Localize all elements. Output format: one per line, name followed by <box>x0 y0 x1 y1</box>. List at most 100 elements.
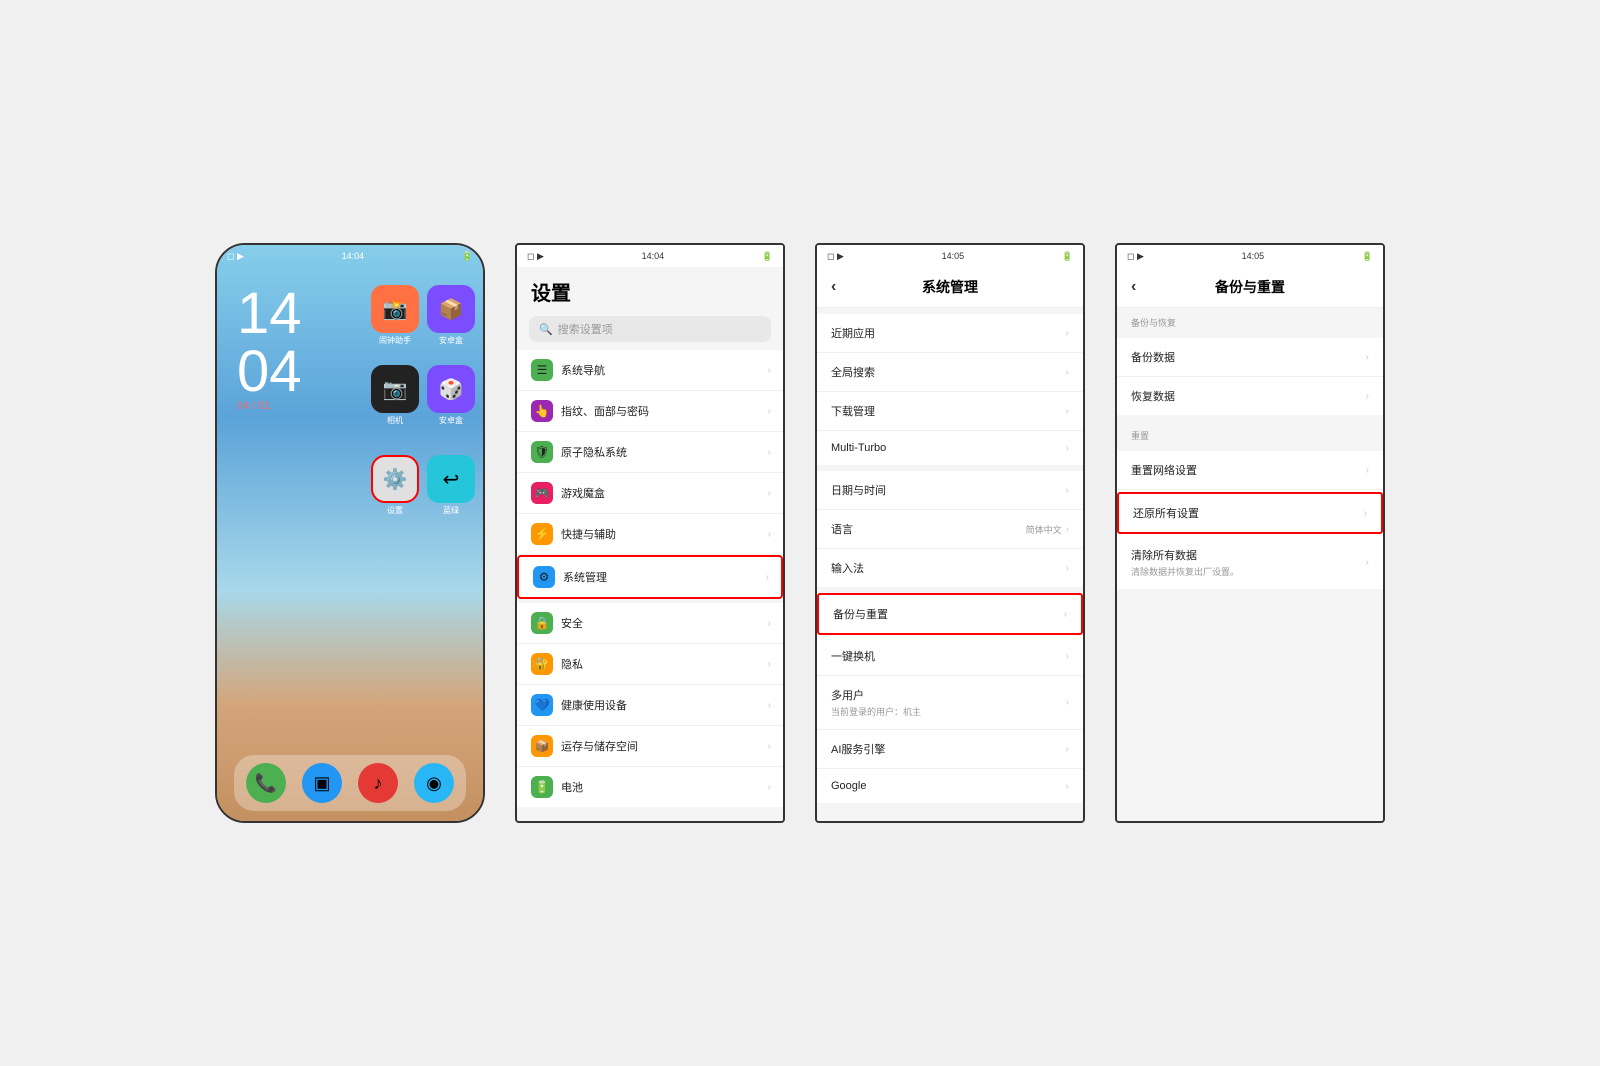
home-time-display: 14:04 <box>342 251 365 261</box>
sysm-status-left: ◻ ▶ <box>827 251 844 262</box>
sysm-item-input[interactable]: 输入法 › <box>817 549 1083 587</box>
app-label-3: 相机 <box>387 415 403 426</box>
arrow-fingerprint: › <box>768 406 771 417</box>
icon-fingerprint: 👆 <box>531 400 553 422</box>
backup-item-reset-network[interactable]: 重置网络设置 › <box>1117 451 1383 490</box>
back-button[interactable]: ‹ <box>831 278 836 296</box>
sysm-header: ‹ 系统管理 <box>817 267 1083 308</box>
settings-search[interactable]: 🔍 搜索设置项 <box>529 316 771 342</box>
settings-title: 设置 <box>517 267 783 312</box>
icon-priv2: 🔐 <box>531 653 553 675</box>
label-ai: AI服务引擎 <box>831 741 885 757</box>
arrow-gamebox: › <box>768 488 771 499</box>
settings-item-priv2[interactable]: 🔐 隐私 › <box>517 644 783 685</box>
settings-item-security[interactable]: 🔒 安全 › <box>517 603 783 644</box>
arrow-battery: › <box>768 782 771 793</box>
settings-group-1: ☰ 系统导航 › 👆 指纹、面部与密码 › 🛡 原子隐私系统 › 🎮 游戏魔盒 … <box>517 350 783 599</box>
label-transfer: 一键换机 <box>831 648 875 664</box>
settings-screen: ◻ ▶ 14:04 🔋 设置 🔍 搜索设置项 ☰ 系统导航 › 👆 指纹、面部与… <box>517 245 783 821</box>
settings-item-fingerprint[interactable]: 👆 指纹、面部与密码 › <box>517 391 783 432</box>
backup-status-left: ◻ ▶ <box>1127 251 1144 262</box>
search-placeholder: 搜索设置项 <box>558 321 613 337</box>
label-datetime: 日期与时间 <box>831 482 886 498</box>
dock-browser[interactable]: ◉ <box>414 763 454 803</box>
dock-music[interactable]: ♪ <box>358 763 398 803</box>
backup-status-bar: ◻ ▶ 14:05 🔋 <box>1117 245 1383 267</box>
dock-apps[interactable]: ▣ <box>302 763 342 803</box>
settings-time: 14:04 <box>642 251 665 261</box>
icon-battery: 🔋 <box>531 776 553 798</box>
sysm-item-download[interactable]: 下载管理 › <box>817 392 1083 431</box>
backup-item-restore-all[interactable]: 还原所有设置 › <box>1117 492 1383 534</box>
backup-item-restore-data[interactable]: 恢复数据 › <box>1117 377 1383 415</box>
settings-item-system-mgmt[interactable]: ⚙ 系统管理 › <box>517 555 783 599</box>
arrow-restore-all: › <box>1364 508 1367 519</box>
label-multiuser: 多用户 <box>831 687 921 703</box>
section-label-backup: 备份与恢复 <box>1117 308 1383 332</box>
arrow-transfer: › <box>1066 651 1069 662</box>
sub-factory-reset: 清除数据并恢复出厂设置。 <box>1131 565 1239 578</box>
arrow-system-mgmt: › <box>766 572 769 583</box>
icon-shortcut: ⚡ <box>531 523 553 545</box>
app-label-4: 安卓盒 <box>439 415 463 426</box>
app-icon-photo: 📸 <box>371 285 419 333</box>
sysm-item-search[interactable]: 全局搜索 › <box>817 353 1083 392</box>
backup-item-backup-data[interactable]: 备份数据 › <box>1117 338 1383 377</box>
backup-reset-frame: ◻ ▶ 14:05 🔋 ‹ 备份与重置 备份与恢复 备份数据 › 恢复数据 › <box>1115 243 1385 823</box>
arrow-security: › <box>768 618 771 629</box>
settings-label-shortcut: 快捷与辅助 <box>561 526 616 542</box>
settings-label-security: 安全 <box>561 615 583 631</box>
backup-back-button[interactable]: ‹ <box>1131 278 1136 296</box>
backup-title: 备份与重置 <box>1215 277 1285 297</box>
icon-privacy: 🛡 <box>531 441 553 463</box>
sysm-list: 近期应用 › 全局搜索 › 下载管理 › Multi-Turbo › <box>817 308 1083 809</box>
home-clock-minute: 04 <box>237 339 302 404</box>
sysm-item-ai[interactable]: AI服务引擎 › <box>817 730 1083 769</box>
app-item-4[interactable]: 🎲 安卓盒 <box>427 365 475 426</box>
settings-item-battery[interactable]: 🔋 电池 › <box>517 767 783 807</box>
search-icon: 🔍 <box>539 323 553 336</box>
settings-item-gamebox[interactable]: 🎮 游戏魔盒 › <box>517 473 783 514</box>
backup-header: ‹ 备份与重置 <box>1117 267 1383 308</box>
arrow-priv2: › <box>768 659 771 670</box>
section-label-reset: 重置 <box>1117 421 1383 445</box>
arrow-health: › <box>768 700 771 711</box>
label-download: 下载管理 <box>831 403 875 419</box>
settings-status-bar: ◻ ▶ 14:04 🔋 <box>517 245 783 267</box>
settings-item-storage[interactable]: 📦 运存与储存空间 › <box>517 726 783 767</box>
arrow-navigation: › <box>768 365 771 376</box>
app-item-3[interactable]: 📷 相机 <box>371 365 419 426</box>
app-item-5[interactable]: ↩ 蓝绿 <box>427 455 475 516</box>
sysm-item-turbo[interactable]: Multi-Turbo › <box>817 431 1083 465</box>
settings-label-fingerprint: 指纹、面部与密码 <box>561 403 649 419</box>
sysm-item-language[interactable]: 语言 简体中文 › <box>817 510 1083 549</box>
sysm-item-transfer[interactable]: 一键换机 › <box>817 637 1083 676</box>
app-item-settings[interactable]: ⚙️ 设置 <box>371 455 419 516</box>
app-item-2[interactable]: 📦 安卓盒 <box>427 285 475 346</box>
status-bar-home: ◻ ▶ 14:04 🔋 <box>217 245 483 267</box>
app-item-1[interactable]: 📸 闹钟助手 <box>371 285 419 346</box>
settings-item-privacy[interactable]: 🛡 原子隐私系统 › <box>517 432 783 473</box>
settings-item-navigation[interactable]: ☰ 系统导航 › <box>517 350 783 391</box>
backup-item-factory-reset[interactable]: 清除所有数据 清除数据并恢复出厂设置。 › <box>1117 536 1383 589</box>
sysm-item-datetime[interactable]: 日期与时间 › <box>817 471 1083 510</box>
sysm-item-multiuser[interactable]: 多用户 当前登录的用户：机主 › <box>817 676 1083 730</box>
icon-storage: 📦 <box>531 735 553 757</box>
arrow-recent: › <box>1066 328 1069 339</box>
app-label-1: 闹钟助手 <box>379 335 411 346</box>
label-input: 输入法 <box>831 560 864 576</box>
label-language: 语言 <box>831 521 853 537</box>
settings-label-system-mgmt: 系统管理 <box>563 569 607 585</box>
settings-item-health[interactable]: 💙 健康使用设备 › <box>517 685 783 726</box>
apps-top-right: 📸 闹钟助手 📦 安卓盒 <box>371 285 475 346</box>
sysm-item-backup[interactable]: 备份与重置 › <box>817 593 1083 635</box>
sysm-item-recent[interactable]: 近期应用 › <box>817 314 1083 353</box>
app-icon-box: 📦 <box>427 285 475 333</box>
icon-security: 🔒 <box>531 612 553 634</box>
dock: 📞 ▣ ♪ ◉ <box>234 755 466 811</box>
sysm-item-google[interactable]: Google › <box>817 769 1083 803</box>
dock-phone[interactable]: 📞 <box>246 763 286 803</box>
home-date: 04 / 01 <box>237 400 271 412</box>
settings-item-shortcut[interactable]: ⚡ 快捷与辅助 › <box>517 514 783 555</box>
arrow-privacy: › <box>768 447 771 458</box>
